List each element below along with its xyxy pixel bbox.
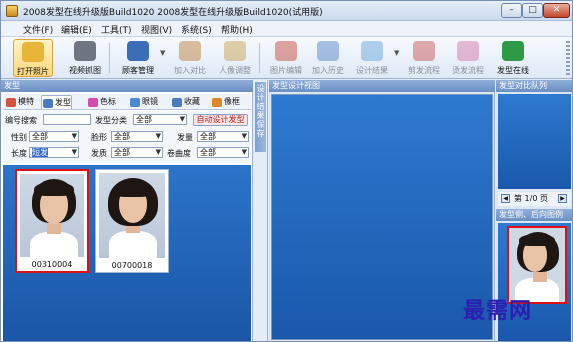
filter-area: 编号搜索 发型分类 全部 ▼ 自动设计发型 性别 全部 ▼ 脸形 全部 ▼ 发量 全部… xyxy=(3,111,251,163)
toolbar-grip[interactable] xyxy=(566,41,570,75)
glasses-icon xyxy=(130,98,140,107)
design-save-strip: 设计结果保存 xyxy=(254,80,268,341)
menu-system[interactable]: 系统(S) xyxy=(181,23,212,36)
customer-icon xyxy=(127,41,149,61)
title-bar: 2008发型在线升级版Build1020 2008发型在线升级版Build102… xyxy=(1,1,572,21)
toolbar-separator xyxy=(109,43,110,73)
frame-icon xyxy=(212,98,222,107)
tab-glasses[interactable]: 眼镜 xyxy=(129,95,158,109)
curl-select[interactable]: 全部 ▼ xyxy=(197,147,249,158)
length-label: 长度 xyxy=(11,149,27,158)
hairstyle-card[interactable]: 00310004 xyxy=(15,169,89,273)
camera-icon xyxy=(74,41,96,61)
video-capture-button[interactable]: 视频抓图 xyxy=(65,39,105,77)
menu-file[interactable]: 文件(F) xyxy=(23,23,53,36)
page-indicator: 第 1/0 页 xyxy=(514,194,548,203)
menu-tools[interactable]: 工具(T) xyxy=(101,23,132,36)
tab-hairstyle[interactable]: 发型 xyxy=(41,95,72,109)
open-photo-icon xyxy=(22,42,44,62)
add-compare-icon xyxy=(179,41,201,61)
length-select[interactable]: 短发 ▼ xyxy=(29,147,79,158)
scissors-icon xyxy=(413,41,435,61)
tab-frame[interactable]: 像框 xyxy=(211,95,240,109)
customer-manage-button[interactable]: 顾客管理 xyxy=(117,39,159,77)
open-photo-button[interactable]: 打开照片 xyxy=(13,39,53,77)
hairstyle-card[interactable]: 00700018 xyxy=(95,169,169,273)
perm-icon xyxy=(457,41,479,61)
hair-volume-select[interactable]: 全部 ▼ xyxy=(197,131,249,142)
profile-title: 发型侧、后向图例 xyxy=(496,209,572,221)
hairstyle-photo xyxy=(99,173,165,258)
panel-title: 发型 xyxy=(1,80,253,92)
hairstyle-code: 00310004 xyxy=(31,260,73,269)
design-save-tab[interactable]: 设计结果保存 xyxy=(255,82,266,152)
design-result-button[interactable]: 设计结果 xyxy=(351,39,393,77)
next-page-icon[interactable]: ▶ xyxy=(558,194,567,203)
close-button[interactable]: ✕ xyxy=(543,3,570,18)
design-view-title: 发型设计视图 xyxy=(269,80,495,92)
toolbar: 打开照片 视频抓图 顾客管理 ▼ 加入对比 人像调整 图片编辑 加入历史 设计结… xyxy=(1,37,572,79)
tab-favorite[interactable]: 收藏 xyxy=(171,95,200,109)
menu-view[interactable]: 视图(V) xyxy=(141,23,172,36)
design-view-panel: 发型设计视图 xyxy=(269,80,495,341)
hairstyle-panel: 发型 模特 发型 色标 眼镜 收藏 像框 编号搜索 发型分类 全部 ▼ 自动设计… xyxy=(1,80,253,341)
category-select[interactable]: 全部 ▼ xyxy=(133,114,187,125)
app-icon xyxy=(6,5,18,17)
hairstyle-gallery: 00310004 00700018 xyxy=(3,165,251,341)
cutting-flow-button[interactable]: 剪发流程 xyxy=(403,39,445,77)
code-search-input[interactable] xyxy=(43,114,91,125)
maximize-button[interactable]: □ xyxy=(522,3,543,18)
hairstyle-online-button[interactable]: 发型在线 xyxy=(491,39,535,77)
tab-color[interactable]: 色标 xyxy=(87,95,116,109)
add-history-button[interactable]: 加入历史 xyxy=(307,39,349,77)
color-icon xyxy=(88,98,98,107)
tab-bar: 模特 发型 色标 眼镜 收藏 像框 xyxy=(3,94,251,110)
design-result-icon xyxy=(361,41,383,61)
add-compare-button[interactable]: 加入对比 xyxy=(169,39,211,77)
watermark-text: 最需网 xyxy=(463,298,533,324)
compare-title: 发型对比队列 xyxy=(496,80,572,92)
face-shape-select[interactable]: 全部 ▼ xyxy=(111,131,163,142)
image-edit-icon xyxy=(275,41,297,61)
add-history-icon xyxy=(317,41,339,61)
minimize-button[interactable]: – xyxy=(501,3,522,18)
app-window: 2008发型在线升级版Build1020 2008发型在线升级版Build102… xyxy=(0,0,573,342)
face-shape-label: 脸形 xyxy=(91,133,107,142)
hair-volume-label: 发量 xyxy=(177,133,193,142)
toolbar-separator xyxy=(259,43,260,73)
gender-select[interactable]: 全部 ▼ xyxy=(29,131,79,142)
online-icon xyxy=(502,41,524,61)
portrait-adjust-button[interactable]: 人像调整 xyxy=(213,39,257,77)
compare-queue[interactable] xyxy=(498,94,571,189)
perm-flow-button[interactable]: 烫发流程 xyxy=(447,39,489,77)
tab-model[interactable]: 模特 xyxy=(5,95,34,109)
portrait-adjust-icon xyxy=(224,41,246,61)
prev-page-icon[interactable]: ◀ xyxy=(501,194,510,203)
hair-quality-select[interactable]: 全部 ▼ xyxy=(111,147,163,158)
code-search-label: 编号搜索 xyxy=(5,116,37,125)
hairstyle-photo xyxy=(20,174,84,257)
auto-design-button[interactable]: 自动设计发型 xyxy=(193,114,248,126)
hairstyle-code: 00700018 xyxy=(111,261,153,270)
gender-label: 性别 xyxy=(11,133,27,142)
design-result-dropdown-icon[interactable]: ▼ xyxy=(394,49,399,57)
menu-bar: 文件(F) 编辑(E) 工具(T) 视图(V) 系统(S) 帮助(H) xyxy=(1,21,572,37)
favorite-icon xyxy=(172,98,182,107)
hair-quality-label: 发质 xyxy=(91,149,107,158)
category-label: 发型分类 xyxy=(95,116,127,125)
model-icon xyxy=(6,98,16,107)
hairstyle-icon xyxy=(43,99,53,108)
curl-label: 卷曲度 xyxy=(167,149,191,158)
pager: ◀ 第 1/0 页 ▶ xyxy=(498,192,571,206)
window-title: 2008发型在线升级版Build1020 2008发型在线升级版Build102… xyxy=(23,8,323,18)
menu-edit[interactable]: 编辑(E) xyxy=(61,23,92,36)
image-edit-button[interactable]: 图片编辑 xyxy=(265,39,307,77)
design-canvas[interactable] xyxy=(271,94,493,340)
customer-dropdown-icon[interactable]: ▼ xyxy=(160,49,165,57)
menu-help[interactable]: 帮助(H) xyxy=(221,23,253,36)
